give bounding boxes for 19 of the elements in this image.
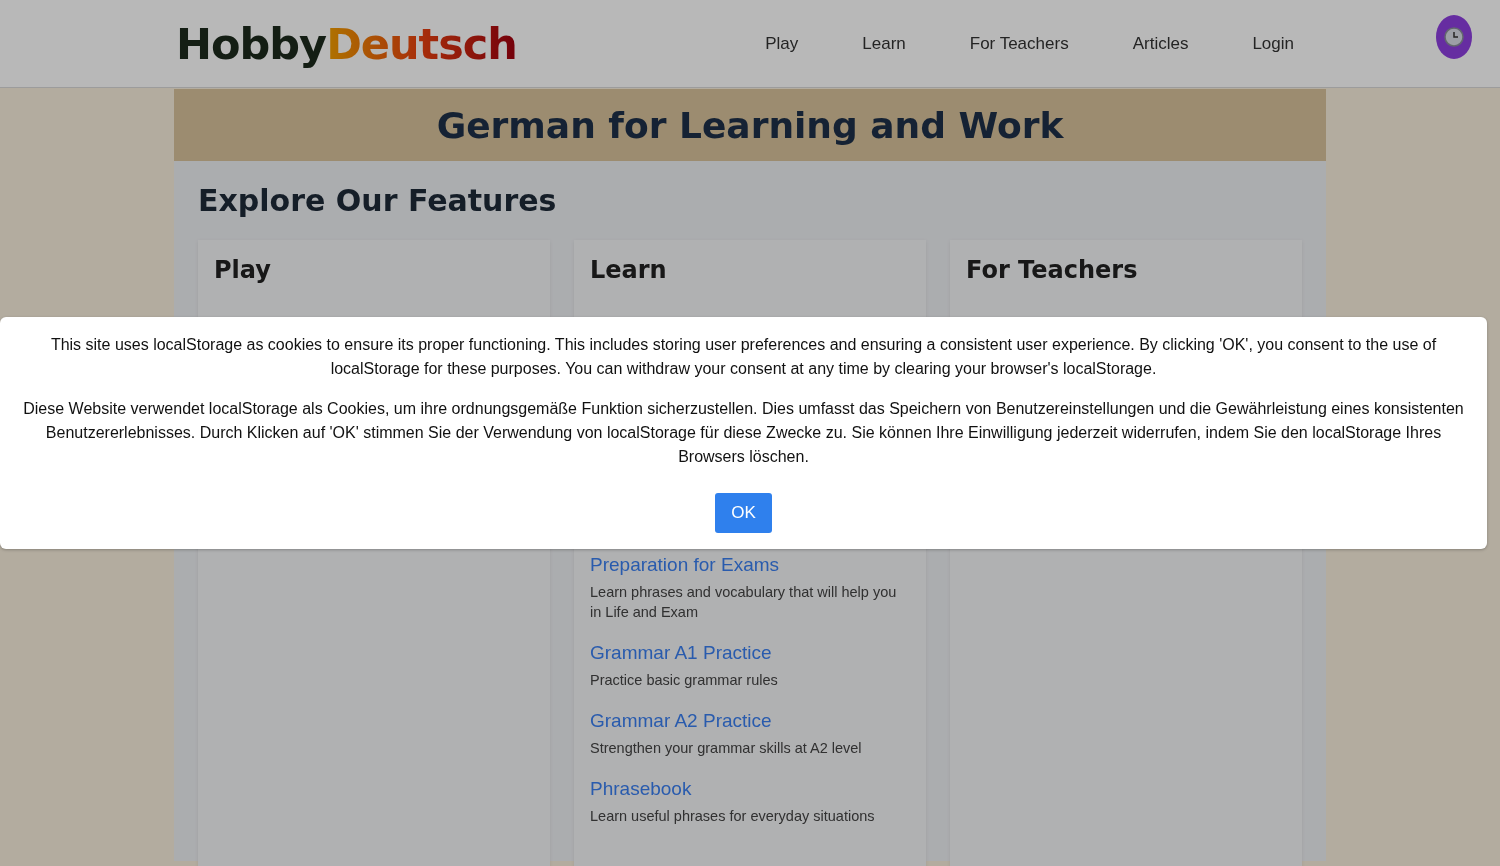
feature-description: Strengthen your grammar skills at A2 level (590, 739, 863, 758)
clock-icon (1444, 26, 1464, 47)
feature-description: Learn phrases and vocabulary that will help you in Life and Exam (590, 583, 898, 622)
nav-link[interactable]: Articles (1132, 33, 1189, 54)
banner-title: German for Learning and Work (436, 104, 1064, 146)
ok-button[interactable]: OK (715, 493, 772, 533)
clock-button[interactable] (1436, 14, 1472, 59)
nav-link[interactable]: Login (1252, 33, 1294, 54)
nav-link[interactable]: For Teachers (969, 33, 1069, 54)
card-title: For Teachers (966, 256, 1139, 284)
section-title: Explore Our Features (198, 183, 558, 218)
nav-link[interactable]: Learn (862, 33, 906, 54)
nav-link[interactable]: Play (765, 33, 799, 54)
feature-description: Practice basic grammar rules (590, 671, 779, 690)
consent-text: This site uses localStorage as cookies to ensure its proper functioning. This includes storing user preferences and ensuring a consistent user experience. By clicking 'OK', you consent to the use of localStorage for these purposes. You can withdraw your consent at any time by clearing your browser's localStorage. (49, 335, 1438, 379)
feature-description: Learn useful phrases for everyday situations (590, 807, 876, 826)
card-title: Play (214, 256, 272, 284)
consent-text: Diese Website verwendet localStorage als Cookies, um ihre ordnungsgemäße Funktion sicherzustellen. Dies umfasst das Speichern von Benutzereinstellungen und die Gewährleistung eines konsistenten Benutzererlebnisses. Durch Klicken auf 'OK' stimmen Sie der Verwendung von localStorage für diese Zwecke zu. Sie können Ihre Einwilligung jederzeit widerrufen, indem Sie den localStorage Ihres Browsers löschen. (22, 399, 1465, 467)
card-title: Learn (590, 256, 668, 284)
